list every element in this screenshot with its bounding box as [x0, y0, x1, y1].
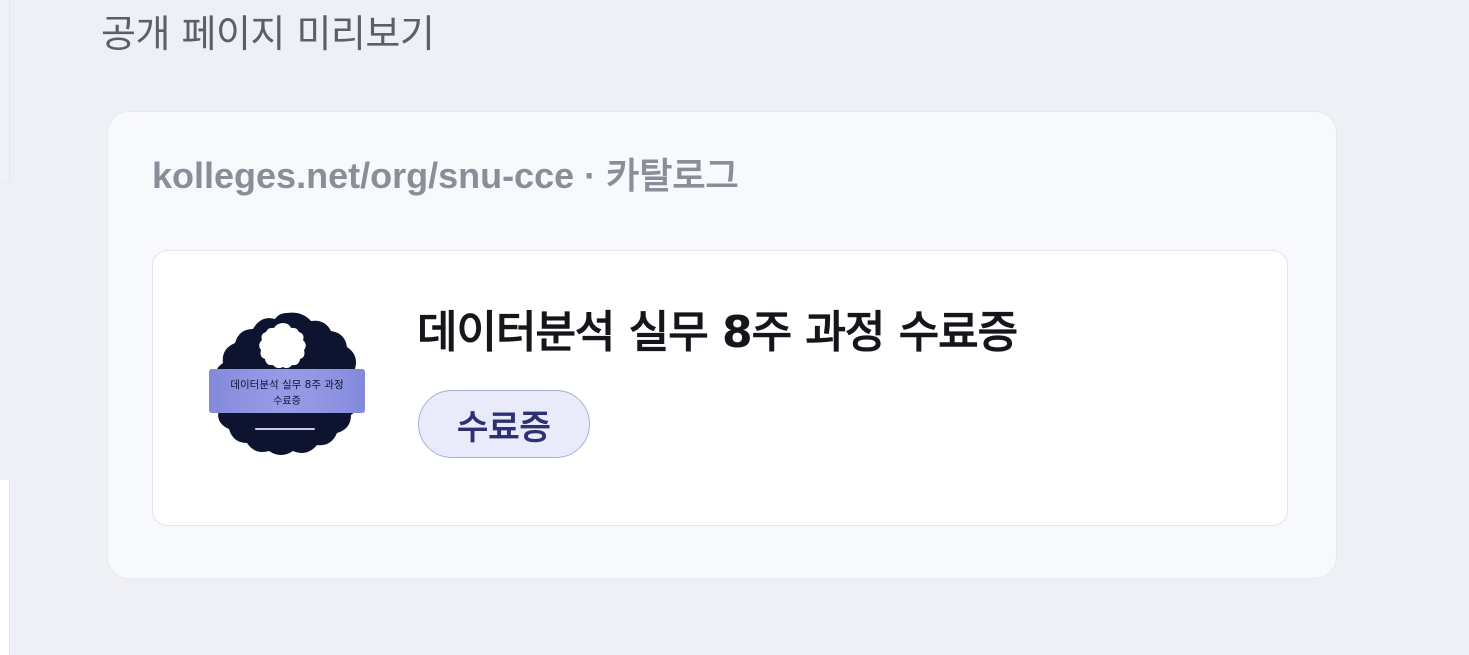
- certificate-badge-icon: 데이터분석 실무 8주 과정 수료증: [207, 309, 367, 459]
- sidebar-edge-lower: [0, 480, 10, 655]
- public-page-preview: kolleges.net/org/snu-cce · 카탈로그 데이터분석 실무…: [107, 111, 1337, 579]
- sidebar-edge: [0, 0, 10, 180]
- certificate-tag-badge: 수료증: [418, 390, 590, 458]
- badge-signature-line: [255, 428, 315, 430]
- preview-url: kolleges.net/org/snu-cce · 카탈로그: [152, 155, 739, 196]
- badge-line2: 수료증: [273, 395, 301, 407]
- catalog-card[interactable]: 데이터분석 실무 8주 과정 수료증 데이터분석 실무 8주 과정 수료증 수료…: [152, 250, 1288, 526]
- badge-line1: 데이터분석 실무 8주 과정: [230, 379, 343, 391]
- certificate-title[interactable]: 데이터분석 실무 8주 과정 수료증: [417, 303, 1018, 363]
- section-title: 공개 페이지 미리보기: [101, 12, 435, 56]
- badge-svg: 데이터분석 실무 8주 과정 수료증: [209, 312, 365, 455]
